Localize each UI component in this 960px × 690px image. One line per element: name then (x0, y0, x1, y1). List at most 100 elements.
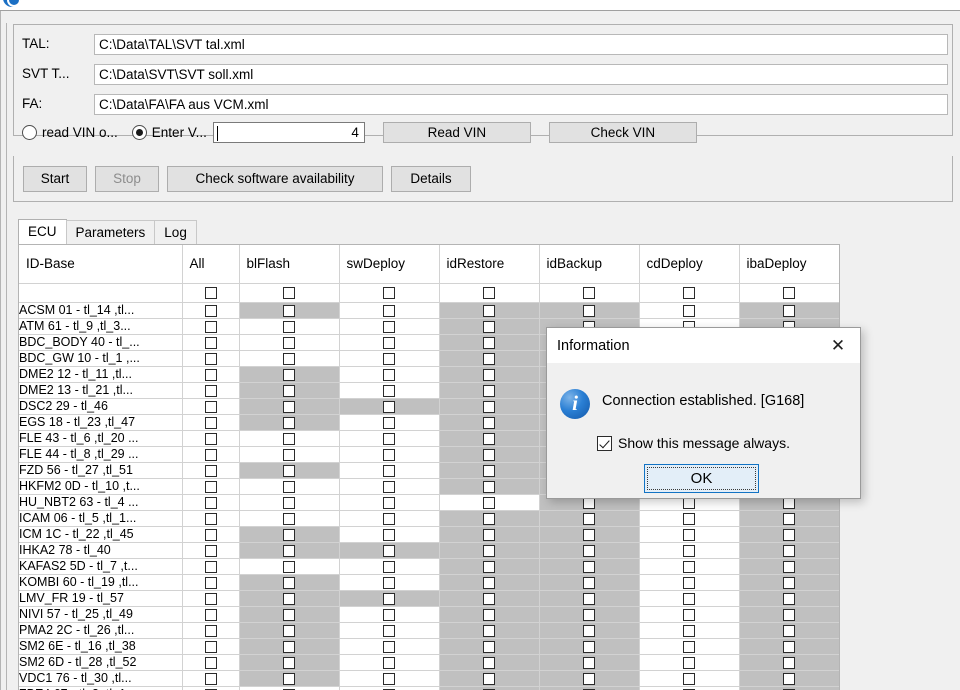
checkbox-cell-all[interactable] (182, 414, 240, 431)
table-row[interactable]: LMV_FR 19 - tl_57 (19, 590, 839, 607)
checkbox-cell-all[interactable] (182, 494, 240, 511)
checkbox-cell-swdeploy[interactable] (339, 510, 440, 527)
checkbox-cell-all[interactable] (182, 654, 240, 671)
checkbox-cell-swdeploy[interactable] (339, 350, 440, 367)
table-row[interactable]: PMA2 2C - tl_26 ,tl... (19, 622, 839, 639)
checkbox-icon[interactable] (683, 608, 695, 621)
checkbox-cell-all[interactable] (182, 574, 240, 591)
checkbox-icon[interactable] (204, 448, 217, 461)
checkbox-cell-blflash[interactable] (239, 446, 340, 463)
checkbox-cell-cddeploy[interactable] (639, 542, 740, 559)
cell-id-base[interactable]: FLE 44 - tl_8 ,tl_29 ... (19, 446, 183, 463)
fa-path-input[interactable]: C:\Data\FA\FA aus VCM.xml (94, 93, 948, 115)
checkbox-cell-cddeploy[interactable] (639, 590, 740, 607)
table-row[interactable]: VDC1 76 - tl_30 ,tl... (19, 670, 839, 687)
column-header-all[interactable]: All (182, 245, 240, 284)
checkbox-icon[interactable] (283, 512, 295, 525)
checkbox-icon[interactable] (683, 656, 695, 669)
cell-id-base[interactable]: KAFAS2 5D - tl_7 ,t... (19, 558, 183, 575)
checkbox-cell-all[interactable] (182, 366, 240, 383)
checkbox-cell-all[interactable] (182, 670, 240, 687)
checkbox-icon[interactable] (383, 352, 395, 365)
checkbox-icon[interactable] (783, 287, 795, 300)
cell-id-base[interactable]: LMV_FR 19 - tl_57 (19, 590, 183, 607)
checkbox-icon[interactable] (204, 496, 217, 509)
checkbox-icon[interactable] (683, 512, 695, 525)
column-header-blflash[interactable]: blFlash (239, 245, 340, 284)
checkbox-icon[interactable] (204, 464, 217, 477)
checkbox-icon[interactable] (283, 320, 295, 333)
radio-enter-vin[interactable] (131, 124, 147, 140)
checkbox-icon[interactable] (383, 384, 395, 397)
checkbox-icon[interactable] (383, 496, 395, 509)
checkbox-icon[interactable] (204, 384, 217, 397)
column-header-id-base[interactable]: ID-Base (19, 245, 183, 284)
checkbox-icon[interactable] (383, 656, 395, 669)
checkbox-icon[interactable] (204, 560, 217, 573)
table-row[interactable]: KOMBI 60 - tl_19 ,tl... (19, 574, 839, 591)
table-row[interactable]: ICM 1C - tl_22 ,tl_45 (19, 526, 839, 543)
information-dialog[interactable]: Information ✕ Connection established. [G… (546, 327, 861, 499)
checkbox-cell-cddeploy[interactable] (639, 654, 740, 671)
checkbox-cell-swdeploy[interactable] (339, 334, 440, 351)
checkbox-icon[interactable] (204, 480, 217, 493)
checkbox-icon[interactable] (204, 592, 217, 605)
checkbox-cell-swdeploy[interactable] (339, 478, 440, 495)
checkbox-cell-idrestore[interactable] (439, 494, 540, 511)
checkbox-cell-all[interactable] (182, 510, 240, 527)
filter-cell-id-base[interactable] (19, 283, 183, 303)
checkbox-icon[interactable] (283, 496, 295, 509)
checkbox-icon[interactable] (683, 624, 695, 637)
checkbox-icon[interactable] (683, 528, 695, 541)
checkbox-icon[interactable] (204, 672, 217, 685)
checkbox-icon[interactable] (204, 656, 217, 669)
checkbox-cell-blflash[interactable] (239, 350, 340, 367)
check-software-availability-button[interactable]: Check software availability (167, 166, 383, 192)
checkbox-cell-blflash[interactable] (239, 686, 340, 690)
checkbox-icon[interactable] (204, 512, 217, 525)
checkbox-icon[interactable] (383, 576, 395, 589)
checkbox-cell-swdeploy[interactable] (339, 414, 440, 431)
checkbox-icon[interactable] (383, 432, 395, 445)
checkbox-cell-all[interactable] (182, 542, 240, 559)
cell-id-base[interactable]: BDC_GW 10 - tl_1 ,... (19, 350, 183, 367)
cell-id-base[interactable]: VDC1 76 - tl_30 ,tl... (19, 670, 183, 687)
cell-id-base[interactable]: KOMBI 60 - tl_19 ,tl... (19, 574, 183, 591)
checkbox-icon[interactable] (383, 336, 395, 349)
checkbox-cell-swdeploy[interactable] (339, 318, 440, 335)
checkbox-cell-blflash[interactable] (239, 334, 340, 351)
checkbox-cell-all[interactable] (182, 430, 240, 447)
checkbox-cell-cddeploy[interactable] (639, 670, 740, 687)
cell-id-base[interactable]: HKFM2 0D - tl_10 ,t... (19, 478, 183, 495)
table-row[interactable]: SM2 6D - tl_28 ,tl_52 (19, 654, 839, 671)
checkbox-cell-cddeploy[interactable] (639, 558, 740, 575)
checkbox-icon[interactable] (204, 368, 217, 381)
cell-id-base[interactable]: EGS 18 - tl_23 ,tl_47 (19, 414, 183, 431)
checkbox-icon[interactable] (283, 448, 295, 461)
column-header-cddeploy[interactable]: cdDeploy (639, 245, 740, 284)
table-row[interactable]: IHKA2 78 - tl_40 (19, 542, 839, 559)
checkbox-icon[interactable] (204, 528, 217, 541)
checkbox-icon[interactable] (383, 624, 395, 637)
cell-id-base[interactable]: ACSM 01 - tl_14 ,tl... (19, 302, 183, 319)
checkbox-cell-blflash[interactable] (239, 510, 340, 527)
column-header-idrestore[interactable]: idRestore (439, 245, 540, 284)
checkbox-cell-blflash[interactable] (239, 558, 340, 575)
checkbox-cell-cddeploy[interactable] (639, 510, 740, 527)
checkbox-cell-cddeploy[interactable] (639, 526, 740, 543)
checkbox-cell-all[interactable] (182, 590, 240, 607)
checkbox-icon[interactable] (583, 287, 595, 300)
checkbox-icon[interactable] (204, 320, 217, 333)
checkbox-icon[interactable] (204, 624, 217, 637)
checkbox-icon[interactable] (383, 528, 395, 541)
checkbox-icon[interactable] (383, 672, 395, 685)
checkbox-cell-all[interactable] (182, 318, 240, 335)
filter-checkbox-cell[interactable] (739, 283, 839, 303)
cell-id-base[interactable]: ICAM 06 - tl_5 ,tl_1... (19, 510, 183, 527)
checkbox-cell-blflash[interactable] (239, 430, 340, 447)
checkbox-cell-swdeploy[interactable] (339, 494, 440, 511)
column-header-ibadeploy[interactable]: ibaDeploy (739, 245, 839, 284)
cell-id-base[interactable]: ATM 61 - tl_9 ,tl_3... (19, 318, 183, 335)
checkbox-cell-all[interactable] (182, 334, 240, 351)
checkbox-icon[interactable] (483, 287, 495, 300)
